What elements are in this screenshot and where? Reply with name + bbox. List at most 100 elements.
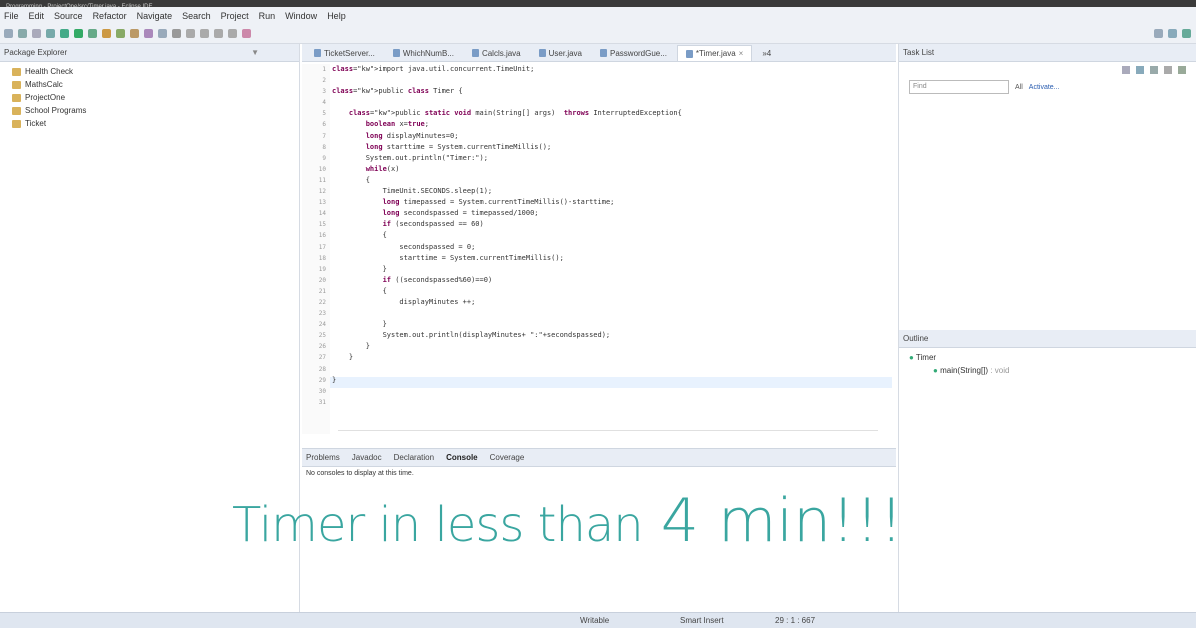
package-explorer-header: Package Explorer ▼ [0, 44, 299, 62]
method-type: : void [990, 366, 1010, 375]
method-label: main(String[]) [940, 366, 989, 375]
java-file-icon [471, 49, 479, 57]
java-file-icon [538, 49, 546, 57]
save-icon[interactable] [18, 29, 27, 38]
editor-tabs: TicketServer... WhichNumB... Calcls.java… [302, 44, 896, 62]
outline-title[interactable]: Outline [903, 334, 928, 343]
tab-label: WhichNumB... [402, 48, 454, 58]
tab-declaration[interactable]: Declaration [394, 453, 434, 462]
menu-run[interactable]: Run [259, 11, 276, 21]
coverage-icon[interactable] [88, 29, 97, 38]
editor-tab[interactable]: WhichNumB... [385, 45, 462, 61]
task-list-toolbar [899, 62, 1196, 78]
tab-overflow[interactable]: »4 [754, 45, 779, 61]
tree-item[interactable]: School Programs [6, 104, 293, 117]
editor-tab[interactable]: TicketServer... [306, 45, 383, 61]
next-annotation-icon[interactable] [186, 29, 195, 38]
status-writable: Writable [580, 616, 610, 625]
pin-editor-icon[interactable] [242, 29, 251, 38]
collapse-all-icon[interactable] [1164, 66, 1172, 74]
print-icon[interactable] [46, 29, 55, 38]
outline-tree: ● Timer ● main(String[]) : void [899, 348, 1196, 380]
open-perspective-icon[interactable] [1168, 29, 1177, 38]
tab-label: TicketServer... [324, 48, 375, 58]
outline-class[interactable]: ● Timer [909, 351, 1187, 364]
tree-item[interactable]: MathsCalc [6, 78, 293, 91]
editor-area: TicketServer... WhichNumB... Calcls.java… [302, 44, 896, 448]
tree-item[interactable]: Ticket [6, 117, 293, 130]
right-pane: Task List Find All Activate... Outline ●… [898, 44, 1196, 612]
run-icon[interactable] [74, 29, 83, 38]
task-list-header: Task List [899, 44, 1196, 62]
new-java-project-icon[interactable] [116, 29, 125, 38]
new-package-icon[interactable] [130, 29, 139, 38]
line-numbers: 1 2 3 4 5 6 7 8 9 10 11 12 13 14 15 16 1… [318, 66, 326, 406]
menu-window[interactable]: Window [285, 11, 317, 21]
new-icon[interactable] [4, 29, 13, 38]
menu-source[interactable]: Source [54, 11, 83, 21]
menu-navigate[interactable]: Navigate [137, 11, 173, 21]
code-text[interactable]: class="kw">import java.util.concurrent.T… [332, 64, 892, 397]
project-label: School Programs [25, 106, 87, 115]
menu-refactor[interactable]: Refactor [93, 11, 127, 21]
console-message: No consoles to display at this time. [306, 470, 414, 477]
menu-file[interactable]: File [4, 11, 19, 21]
tree-item[interactable]: Health Check [6, 65, 293, 78]
java-file-icon [600, 49, 607, 57]
package-explorer-title[interactable]: Package Explorer [4, 48, 67, 57]
tab-console[interactable]: Console [446, 453, 478, 462]
task-list-title[interactable]: Task List [903, 48, 934, 57]
menu-edit[interactable]: Edit [29, 11, 45, 21]
tab-label: User.java [548, 48, 582, 58]
outline-header: Outline [899, 330, 1196, 348]
all-filter[interactable]: All [1015, 84, 1023, 91]
project-label: Ticket [25, 119, 47, 128]
find-input[interactable]: Find [909, 80, 1009, 94]
outline-view: Outline ● Timer ● main(String[]) : void [899, 330, 1196, 380]
activate-link[interactable]: Activate... [1029, 84, 1060, 91]
java-file-icon [392, 49, 400, 57]
view-menu-icon[interactable]: ▼ [251, 48, 259, 57]
back-icon[interactable] [214, 29, 223, 38]
tab-javadoc[interactable]: Javadoc [352, 453, 382, 462]
external-tools-icon[interactable] [102, 29, 111, 38]
video-caption-overlay: Timer in less than 4 min!!! [232, 486, 903, 566]
new-task-icon[interactable] [1122, 66, 1130, 74]
class-label: Timer [915, 353, 937, 362]
horizontal-scrollbar[interactable] [338, 430, 878, 436]
tab-coverage[interactable]: Coverage [490, 453, 525, 462]
menu-search[interactable]: Search [182, 11, 211, 21]
editor-tab-active[interactable]: *Timer.java × [676, 45, 753, 61]
project-label: Health Check [25, 67, 74, 76]
status-cursor-position: 29 : 1 : 667 [775, 616, 816, 625]
search-icon[interactable] [172, 29, 181, 38]
outline-method[interactable]: ● main(String[]) : void [909, 364, 1187, 377]
tab-problems[interactable]: Problems [306, 453, 340, 462]
tree-item[interactable]: ProjectOne [6, 91, 293, 104]
forward-icon[interactable] [228, 29, 237, 38]
project-folder-icon [12, 67, 21, 76]
editor-tab[interactable]: User.java [531, 45, 590, 61]
editor-tab[interactable]: Calcls.java [464, 45, 529, 61]
menu-project[interactable]: Project [221, 11, 249, 21]
quick-access-search-icon[interactable] [1154, 29, 1163, 38]
open-type-icon[interactable] [158, 29, 167, 38]
tab-label: *Timer.java [695, 49, 736, 58]
new-class-icon[interactable] [144, 29, 153, 38]
project-label: MathsCalc [25, 80, 63, 89]
editor-tab[interactable]: PasswordGue... [592, 45, 675, 61]
java-perspective-icon[interactable] [1182, 29, 1191, 38]
menu-help[interactable]: Help [327, 11, 346, 21]
project-folder-icon [12, 119, 21, 128]
window-titlebar: Programming - ProjectOne/src/Timer.java … [0, 0, 1196, 10]
project-folder-icon [12, 106, 21, 115]
close-icon[interactable]: × [739, 49, 744, 58]
debug-icon[interactable] [60, 29, 69, 38]
prev-annotation-icon[interactable] [200, 29, 209, 38]
java-file-icon [314, 49, 321, 57]
save-all-icon[interactable] [32, 29, 41, 38]
categorize-icon[interactable] [1136, 66, 1144, 74]
filter-icon[interactable] [1150, 66, 1158, 74]
sync-icon[interactable] [1178, 66, 1186, 74]
tab-label: PasswordGue... [610, 48, 667, 58]
